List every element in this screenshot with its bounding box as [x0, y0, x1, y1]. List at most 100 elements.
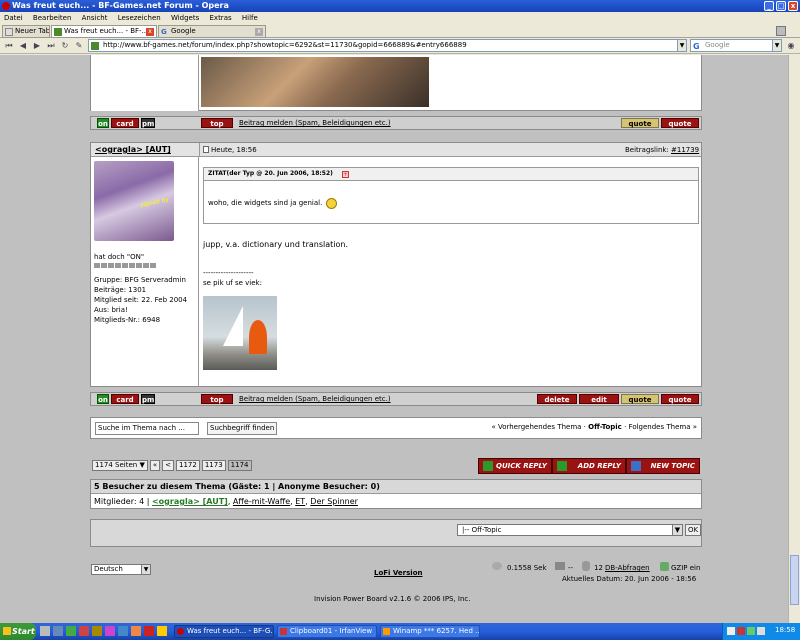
quicklaunch-icon-3[interactable] [66, 626, 76, 636]
post-author[interactable]: <ogragla> [AUT] [95, 145, 171, 154]
quicklaunch-icon-1[interactable] [40, 626, 50, 636]
visitors-members: Mitglieder: 4 | <ogragla> [AUT], Affe-mi… [94, 497, 358, 506]
back-icon[interactable]: ◀ [18, 41, 28, 51]
member-link[interactable]: Der Spinner [310, 497, 358, 506]
tray-icon-3[interactable] [747, 627, 755, 635]
menu-bookmarks[interactable]: Lesezeichen [114, 12, 165, 24]
topic-search-button[interactable]: Suchbegriff finden [207, 422, 278, 435]
tab-forum[interactable]: Was freut euch... - BF-... x [51, 25, 157, 38]
address-dropdown[interactable]: ▼ [677, 39, 687, 52]
add-icon [557, 461, 567, 471]
multi-quote-button[interactable]: quote [621, 394, 659, 404]
add-reply-button[interactable]: ADD REPLY [552, 458, 626, 474]
close-button[interactable]: x [788, 1, 798, 11]
pm-button[interactable]: pm [141, 118, 155, 128]
volume-icon[interactable] [757, 627, 765, 635]
avatar: signed by [94, 161, 174, 241]
forum-jump-select[interactable]: |-- Off-Topic ▼ [457, 524, 683, 536]
quicklaunch-icon-2[interactable] [53, 626, 63, 636]
menu-help[interactable]: Hilfe [238, 12, 262, 24]
taskbar-task-irfanview[interactable]: Clipboard01 - IrfanView [277, 625, 377, 638]
card-button[interactable]: card [111, 118, 139, 128]
forum-jump-ok-button[interactable]: OK [685, 524, 702, 536]
start-button[interactable]: Start [0, 623, 36, 640]
previous-topic-link[interactable]: « Vorhergehendes Thema [491, 423, 581, 431]
menu-view[interactable]: Ansicht [78, 12, 112, 24]
maximize-button[interactable]: □ [776, 1, 786, 11]
forward-icon[interactable]: ▶ [32, 41, 42, 51]
window-titlebar[interactable]: Was freut euch... - BF-Games.net Forum -… [0, 0, 800, 12]
lofi-link[interactable]: LoFi Version [374, 569, 422, 577]
pagination: 1174 Seiten ▼ « < 1172 1173 1174 [92, 460, 252, 471]
pages-dropdown[interactable]: 1174 Seiten ▼ [92, 460, 148, 471]
current-forum-link[interactable]: Off-Topic [588, 423, 622, 431]
multi-quote-button[interactable]: quote [621, 118, 659, 128]
search-dropdown[interactable]: ▼ [772, 39, 782, 52]
menu-edit[interactable]: Bearbeiten [29, 12, 75, 24]
minimize-button[interactable]: _ [764, 1, 774, 11]
page-icon [5, 28, 13, 36]
quicklaunch-icon-9[interactable] [144, 626, 154, 636]
page-1173-button[interactable]: 1173 [201, 460, 226, 471]
quote-button[interactable]: quote [661, 394, 699, 404]
new-topic-button[interactable]: NEW TOPIC [626, 458, 700, 474]
quote-source-icon[interactable]: + [342, 171, 349, 178]
menu-bar: Datei Bearbeiten Ansicht Lesezeichen Wid… [0, 12, 800, 24]
quicklaunch-icon-5[interactable] [92, 626, 102, 636]
next-topic-link[interactable]: Folgendes Thema » [629, 423, 697, 431]
taskbar-task-winamp[interactable]: Winamp *** 6257. Hed ... [380, 625, 480, 638]
quicklaunch-icon-6[interactable] [105, 626, 115, 636]
tab-close-icon[interactable]: x [255, 28, 263, 36]
eye-icon[interactable]: ◉ [786, 41, 796, 51]
menu-file[interactable]: Datei [0, 12, 27, 24]
orange-sail [249, 320, 267, 354]
top-button[interactable]: top [201, 394, 233, 404]
menu-tools[interactable]: Extras [206, 12, 236, 24]
delete-button[interactable]: delete [537, 394, 577, 404]
tab-google[interactable]: G Google x [158, 25, 266, 38]
first-page-button[interactable]: « [149, 460, 161, 471]
checkmark-icon [483, 461, 493, 471]
scrollbar-thumb[interactable] [790, 555, 799, 605]
edit-button[interactable]: edit [579, 394, 619, 404]
opera-icon [177, 628, 184, 635]
quicklaunch-icon-7[interactable] [118, 626, 128, 636]
member-link[interactable]: Affe-mit-Waffe [233, 497, 290, 506]
search-engine-label: Google [705, 41, 730, 49]
quicklaunch-icon-10[interactable] [157, 626, 167, 636]
report-link[interactable]: Beitrag melden (Spam, Beleidigungen etc.… [239, 395, 391, 403]
report-link[interactable]: Beitrag melden (Spam, Beleidigungen etc.… [239, 119, 391, 127]
vertical-scrollbar[interactable] [788, 55, 800, 623]
previous-post [90, 55, 702, 111]
tab-close-icon[interactable]: x [146, 28, 154, 36]
prev-page-button[interactable]: < [162, 460, 175, 471]
address-field[interactable]: http://www.bf-games.net/forum/index.php?… [88, 39, 686, 52]
post-link[interactable]: #11739 [671, 146, 699, 154]
google-icon: G [693, 42, 700, 51]
menu-widgets[interactable]: Widgets [167, 12, 203, 24]
quote-button[interactable]: quote [661, 118, 699, 128]
tab-new[interactable]: Neuer Tab [2, 25, 50, 38]
tray-icon-1[interactable] [727, 627, 735, 635]
card-button[interactable]: card [111, 394, 139, 404]
fast-forward-icon[interactable]: ⏭ [46, 41, 56, 51]
language-select[interactable]: Deutsch ▼ [91, 564, 151, 575]
trash-icon[interactable] [776, 26, 786, 36]
member-link[interactable]: <ogragla> [AUT] [152, 497, 228, 506]
topic-search-input[interactable]: Suche im Thema nach ... [95, 422, 199, 435]
reload-icon[interactable]: ↻ [60, 41, 70, 51]
top-button[interactable]: top [201, 118, 233, 128]
db-queries-link[interactable]: DB-Abfragen [605, 564, 650, 572]
search-field[interactable]: G Google [690, 39, 782, 52]
tray-icon-2[interactable] [737, 627, 745, 635]
online-badge: on [97, 394, 109, 404]
taskbar-task-opera[interactable]: Was freut euch... - BF-G... [174, 625, 274, 638]
pm-button[interactable]: pm [141, 394, 155, 404]
quicklaunch-icon-8[interactable] [131, 626, 141, 636]
quick-reply-button[interactable]: QUICK REPLY [478, 458, 552, 474]
quicklaunch-icon-4[interactable] [79, 626, 89, 636]
edit-icon[interactable]: ✎ [74, 41, 84, 51]
page-1172-button[interactable]: 1172 [176, 460, 200, 471]
rewind-icon[interactable]: ⏮ [4, 41, 14, 51]
member-link[interactable]: ET [295, 497, 305, 506]
